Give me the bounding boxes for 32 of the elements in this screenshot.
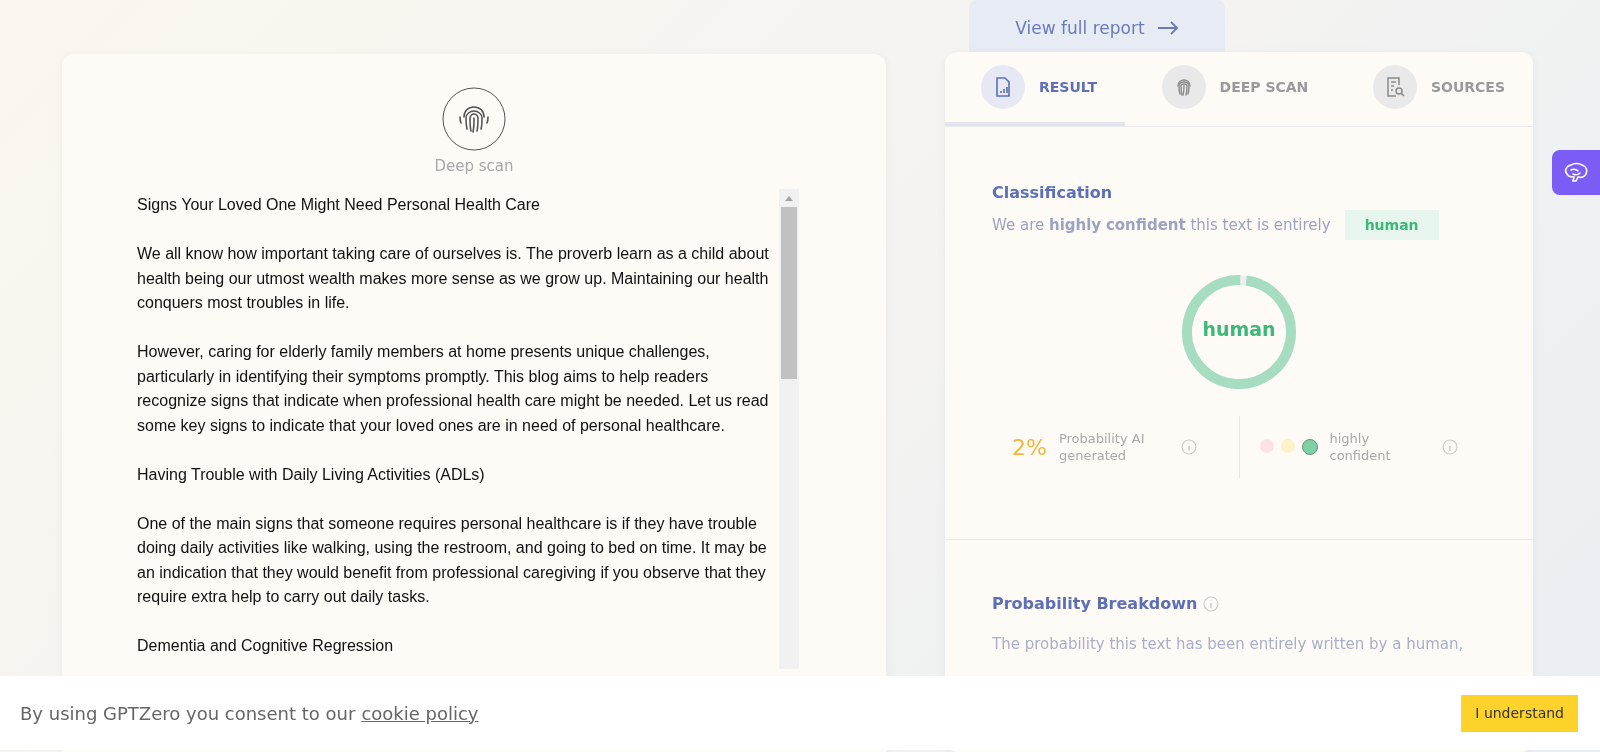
donut-label: human: [1201, 318, 1277, 340]
understand-button[interactable]: I understand: [1461, 694, 1578, 732]
breakdown-title: Probability Breakdown: [992, 594, 1198, 613]
deep-scan-label: Deep scan: [434, 157, 514, 175]
scrollbar[interactable]: [779, 189, 799, 669]
ai-percentage: 2%: [1012, 434, 1047, 460]
info-icon[interactable]: [1180, 439, 1197, 455]
classification-sentence: We are highly confident this text is entirely: [992, 216, 1331, 234]
info-icon[interactable]: [1203, 595, 1220, 612]
cookie-message: By using GPTZero you consent to our: [20, 702, 356, 724]
cookie-policy-link[interactable]: cookie policy: [361, 702, 479, 724]
confidence-label: highly confident: [1329, 430, 1392, 464]
document-paragraph: Dementia and Cognitive Regression: [137, 636, 395, 656]
document-paragraph: However, caring for elderly family members at home presents unique challenges, particularly in identifying their symptoms promptly. This blog aims to help readers recognize signs that indicate when professional health care might be needed. Let us read some key signs to indicate that your loved ones are in need of personal healthcare.: [137, 342, 769, 436]
document-paragraph: Having Trouble with Daily Living Activities (ADLs): [137, 464, 486, 485]
tab[interactable]: RESULT: [945, 52, 1125, 126]
scroll-up-arrow-icon[interactable]: [785, 195, 793, 201]
brain-icon: [1563, 161, 1589, 184]
verdict-tag: human: [1344, 210, 1439, 240]
classification-title: Classification: [992, 183, 1114, 202]
info-icon[interactable]: [1441, 439, 1458, 455]
fingerprint-icon[interactable]: [442, 87, 506, 151]
arrow-right-icon: [1156, 20, 1179, 35]
document-paragraph: We all know how important taking care of ourselves is. The proverb learn as a child about health being our utmost wealth makes more sense as we grow up. Maintaining our health conquers most troubles in life.: [137, 244, 769, 313]
view-full-report-button[interactable]: View full report: [969, 0, 1225, 52]
document-paragraph: Signs Your Loved One Might Need Personal Health Care: [137, 195, 541, 215]
ai-probability-label: Probability AI generated: [1058, 430, 1146, 464]
tab[interactable]: SOURCES: [1336, 52, 1533, 126]
brain-button[interactable]: [1552, 150, 1600, 195]
document-paragraph: One of the main signs that someone requires personal healthcare is if they have trouble doing daily activities like walking, using the restroom, and going to bed on time. It may be an indication that they would benefit from professional caregiving if you observe that they require extra help to carry out daily tasks.: [137, 513, 768, 607]
tab[interactable]: DEEP SCAN: [1125, 52, 1337, 126]
breakdown-text: The probability this text has been entirely written by a human,: [992, 635, 1465, 653]
